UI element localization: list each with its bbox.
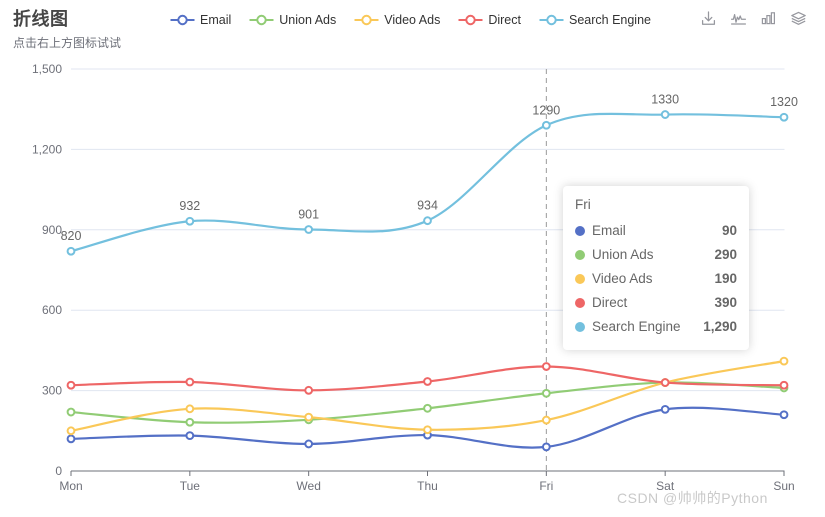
data-point[interactable] xyxy=(779,380,789,390)
tooltip-title: Fri xyxy=(575,197,591,212)
data-point[interactable] xyxy=(423,216,432,226)
data-point-label: 1320 xyxy=(770,95,798,109)
series-color-dot-icon xyxy=(575,226,585,236)
tooltip-series-value: 290 xyxy=(714,247,737,262)
series-video-ads xyxy=(66,356,789,436)
tooltip-rows: Email 90 Union Ads 290 Video Ads 190 Direct 390… xyxy=(575,219,737,339)
tooltip-series-name: Email xyxy=(592,223,626,238)
data-point[interactable] xyxy=(185,431,195,441)
data-point[interactable] xyxy=(66,380,76,390)
tooltip-row: Email 90 xyxy=(575,219,737,243)
tooltip-series-name: Search Engine xyxy=(592,319,681,334)
y-axis-tick-label: 300 xyxy=(42,384,62,398)
y-axis-tick-label: 1,500 xyxy=(32,62,62,76)
data-point[interactable] xyxy=(541,388,551,398)
tooltip-series-name: Direct xyxy=(592,295,628,310)
data-point-label: 934 xyxy=(417,199,438,213)
y-axis-tick-label: 900 xyxy=(42,223,62,237)
data-point[interactable] xyxy=(304,439,314,449)
series-union-ads xyxy=(66,378,789,427)
x-axis-tick-label[interactable]: Sun xyxy=(773,479,794,493)
data-point[interactable] xyxy=(779,410,789,420)
series-line xyxy=(69,360,786,432)
data-point-label: 932 xyxy=(179,199,200,213)
data-point[interactable] xyxy=(66,426,76,436)
data-point[interactable] xyxy=(185,216,195,226)
tooltip-series-value: 390 xyxy=(714,295,737,310)
y-axis-tick-label: 600 xyxy=(42,303,62,317)
data-point[interactable] xyxy=(541,415,551,425)
data-point-label: 901 xyxy=(298,208,319,222)
x-axis-tick-label[interactable]: Fri xyxy=(539,479,553,493)
data-point[interactable] xyxy=(541,362,551,371)
x-axis-tick-label[interactable]: Wed xyxy=(296,479,320,493)
tooltip-row: Union Ads 290 xyxy=(575,243,737,267)
y-axis-tick-label: 1,200 xyxy=(32,142,62,156)
data-point[interactable] xyxy=(304,225,314,234)
data-point[interactable] xyxy=(423,403,432,413)
data-point[interactable] xyxy=(185,404,195,414)
tooltip-row: Search Engine 1,290 xyxy=(575,315,737,339)
x-axis-tick-label[interactable]: Tue xyxy=(180,479,201,493)
tooltip-series-name: Union Ads xyxy=(592,247,654,262)
series-color-dot-icon xyxy=(575,274,585,284)
data-point-label: 1290 xyxy=(532,103,560,117)
tooltip-series-value: 90 xyxy=(721,223,737,238)
data-point[interactable] xyxy=(423,425,432,435)
data-point[interactable] xyxy=(779,112,789,122)
data-point[interactable] xyxy=(304,412,314,422)
x-axis-tick-label[interactable]: Thu xyxy=(417,479,438,493)
data-point[interactable] xyxy=(66,246,76,256)
data-point[interactable] xyxy=(304,385,314,395)
series-color-dot-icon xyxy=(575,250,585,260)
data-point[interactable] xyxy=(660,404,670,414)
x-axis-tick-label[interactable]: Sat xyxy=(656,479,675,493)
tooltip-series-value: 1,290 xyxy=(703,319,737,334)
tooltip-row: Direct 390 xyxy=(575,291,737,315)
data-point[interactable] xyxy=(541,120,551,130)
data-point[interactable] xyxy=(185,377,195,387)
series-line xyxy=(69,381,786,424)
data-point[interactable] xyxy=(660,110,670,119)
data-point[interactable] xyxy=(779,356,789,366)
y-axis-tick-label: 0 xyxy=(55,464,62,478)
data-point[interactable] xyxy=(185,417,195,427)
echarts-line-chart: 折线图 点击右上方图标试试 Email Union Ads Video Ads Dir… xyxy=(0,0,825,517)
tooltip: Fri Email 90 Union Ads 290 Video Ads 190 Direc… xyxy=(563,186,749,350)
data-point[interactable] xyxy=(541,442,551,452)
series-color-dot-icon xyxy=(575,298,585,308)
data-point[interactable] xyxy=(66,407,76,417)
tooltip-row: Video Ads 190 xyxy=(575,267,737,291)
data-point[interactable] xyxy=(66,434,76,444)
tooltip-series-name: Video Ads xyxy=(592,271,653,286)
data-point[interactable] xyxy=(660,378,670,387)
x-axis-tick-label[interactable]: Mon xyxy=(59,479,82,493)
data-point[interactable] xyxy=(423,377,432,386)
series-color-dot-icon xyxy=(575,322,585,332)
tooltip-series-value: 190 xyxy=(714,271,737,286)
data-point-label: 820 xyxy=(61,229,82,243)
data-point-label: 1330 xyxy=(651,93,679,107)
